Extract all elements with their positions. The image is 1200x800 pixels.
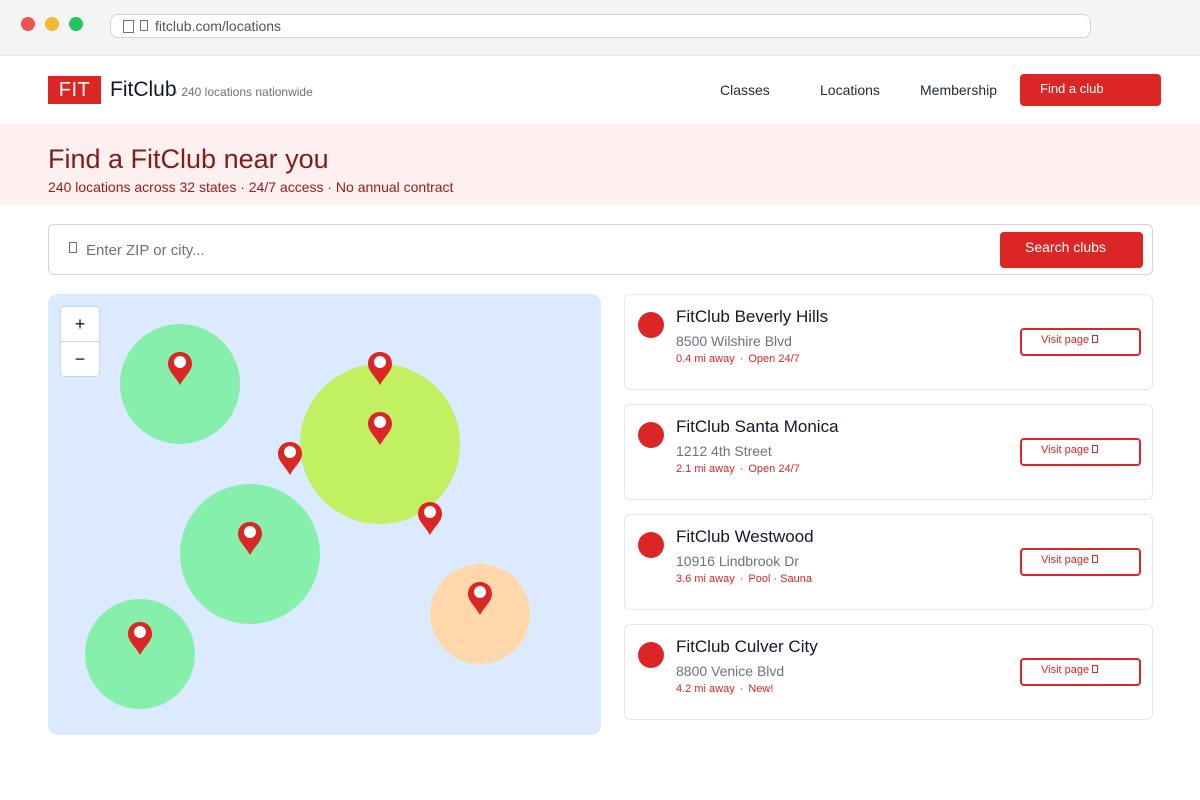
external-link-icon <box>1092 445 1099 453</box>
browser-chrome: fitclub.com/locations <box>0 0 1200 56</box>
map[interactable]: + − <box>48 294 601 735</box>
visit-page-label: Visit page <box>1041 664 1090 676</box>
page-title: Find a FitClub near you <box>48 144 329 174</box>
visit-page-label: Visit page <box>1041 554 1090 566</box>
visit-page-label: Visit page <box>1041 334 1090 346</box>
external-link-icon <box>1092 555 1099 563</box>
map-pin-icon[interactable] <box>418 502 442 535</box>
map-canvas[interactable] <box>48 294 601 735</box>
club-meta: 2.1 mi away · Open 24/7 <box>676 463 800 475</box>
visit-page-button[interactable]: Visit page <box>1020 548 1141 576</box>
club-marker-icon <box>638 312 664 338</box>
visit-page-label: Visit page <box>1041 444 1090 456</box>
external-link-icon <box>1092 665 1099 673</box>
nav-classes[interactable]: Classes <box>720 82 770 98</box>
club-address: 10916 Lindbrook Dr <box>676 553 799 569</box>
club-marker-icon <box>638 642 664 668</box>
nav-locations[interactable]: Locations <box>820 82 880 98</box>
page-subtitle: 240 locations across 32 states · 24/7 ac… <box>48 179 454 195</box>
search-clubs-button[interactable]: Search clubs <box>1000 232 1143 268</box>
club-name[interactable]: FitClub Santa Monica <box>676 417 839 437</box>
club-card[interactable]: FitClub Santa Monica 1212 4th Street 2.1… <box>624 404 1153 500</box>
club-name[interactable]: FitClub Westwood <box>676 527 814 547</box>
window-maximize-button[interactable] <box>69 17 83 31</box>
hero-banner: Find a FitClub near you 240 locations ac… <box>0 124 1200 205</box>
club-distance: 2.1 mi away <box>676 463 735 475</box>
zoom-out-button[interactable]: − <box>61 342 99 377</box>
club-address: 8800 Venice Blvd <box>676 663 785 679</box>
url-text: fitclub.com/locations <box>155 18 282 34</box>
zoom-in-button[interactable]: + <box>61 307 99 342</box>
club-marker-icon <box>638 532 664 558</box>
club-distance: 4.2 mi away <box>676 683 735 695</box>
club-tag: Pool · Sauna <box>748 573 812 585</box>
search-bar: Search clubs <box>48 224 1153 275</box>
visit-page-button[interactable]: Visit page <box>1020 328 1141 356</box>
zoom-control: + − <box>60 306 100 377</box>
club-meta: 3.6 mi away · Pool · Sauna <box>676 573 812 585</box>
club-name[interactable]: FitClub Culver City <box>676 637 818 657</box>
lock-icon <box>140 19 148 31</box>
logo[interactable]: FIT <box>48 76 101 104</box>
club-card[interactable]: FitClub Westwood 10916 Lindbrook Dr 3.6 … <box>624 514 1153 610</box>
club-meta: 4.2 mi away · New! <box>676 683 774 695</box>
window-close-button[interactable] <box>21 17 35 31</box>
club-tag: New! <box>748 683 774 695</box>
nav-membership[interactable]: Membership <box>920 82 997 98</box>
club-meta: 0.4 mi away · Open 24/7 <box>676 353 800 365</box>
club-address: 8500 Wilshire Blvd <box>676 333 792 349</box>
location-icon <box>69 242 77 253</box>
club-name[interactable]: FitClub Beverly Hills <box>676 307 828 327</box>
club-marker-icon <box>638 422 664 448</box>
club-tag: Open 24/7 <box>748 463 800 475</box>
club-tag: Open 24/7 <box>748 353 800 365</box>
brand-tagline: · 240 locations nationwide <box>174 85 313 99</box>
club-card[interactable]: FitClub Culver City 8800 Venice Blvd 4.2… <box>624 624 1153 720</box>
club-address: 1212 4th Street <box>676 443 772 459</box>
visit-page-button[interactable]: Visit page <box>1020 438 1141 466</box>
address-bar[interactable]: fitclub.com/locations <box>110 14 1091 38</box>
search-input[interactable] <box>86 238 986 262</box>
page-icon <box>123 19 134 33</box>
visit-page-button[interactable]: Visit page <box>1020 658 1141 686</box>
club-distance: 3.6 mi away <box>676 573 735 585</box>
map-pin-icon[interactable] <box>278 442 302 475</box>
brand-name[interactable]: FitClub <box>110 78 177 102</box>
club-distance: 0.4 mi away <box>676 353 735 365</box>
window-minimize-button[interactable] <box>45 17 59 31</box>
site-header: FIT FitClub · 240 locations nationwide C… <box>0 56 1200 124</box>
club-card[interactable]: FitClub Beverly Hills 8500 Wilshire Blvd… <box>624 294 1153 390</box>
find-club-button[interactable]: Find a club <box>1020 74 1161 106</box>
external-link-icon <box>1092 335 1099 343</box>
